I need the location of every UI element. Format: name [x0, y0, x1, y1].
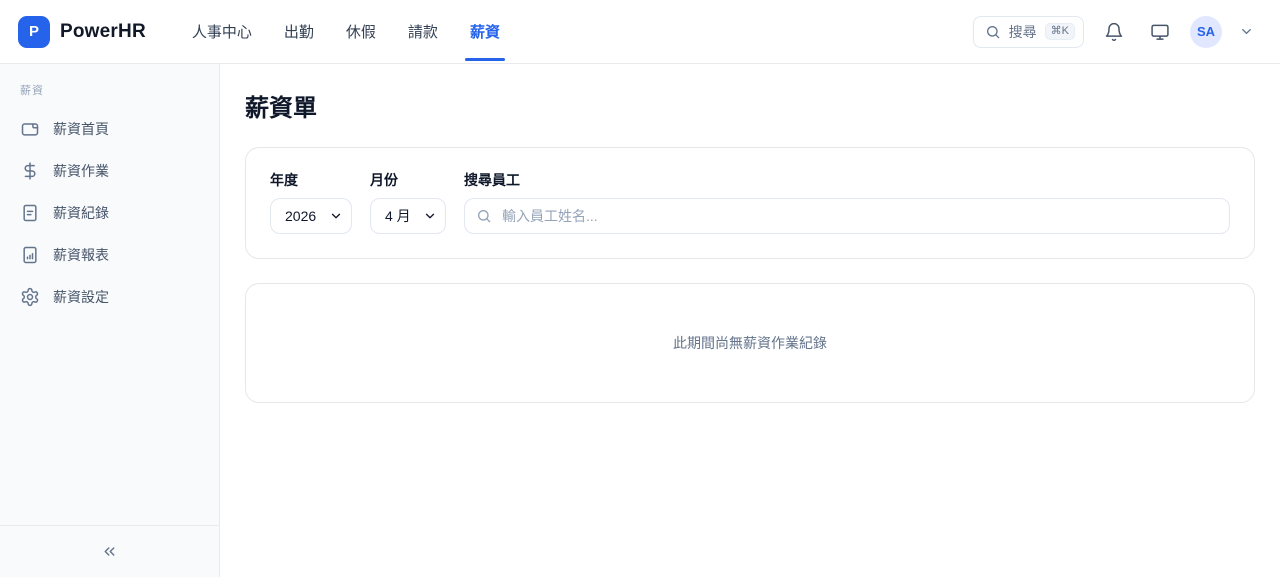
filters-card: 年度 2026 月份 4 月: [245, 147, 1255, 259]
sidebar-item-payroll-run[interactable]: 薪資作業: [0, 150, 219, 192]
bell-icon: [1104, 22, 1124, 42]
employee-search-input[interactable]: [464, 198, 1230, 234]
month-label: 月份: [370, 170, 446, 190]
year-label: 年度: [270, 170, 352, 190]
sidebar-item-label: 薪資報表: [53, 245, 109, 265]
top-navbar: P PowerHR 人事中心 出勤 休假 請款 薪資 搜尋 ⌘K SA: [0, 0, 1280, 64]
user-avatar[interactable]: SA: [1190, 16, 1222, 48]
search-shortcut-badge: ⌘K: [1045, 23, 1075, 40]
user-menu-button[interactable]: [1236, 16, 1256, 48]
main-nav: 人事中心 出勤 休假 請款 薪資: [192, 17, 500, 46]
sidebar-item-label: 薪資紀錄: [53, 203, 109, 223]
payroll-sidebar: 薪資 薪資首頁 薪資作業 薪資紀錄 薪資報表: [0, 64, 220, 577]
month-select[interactable]: 4 月: [370, 198, 446, 234]
chevron-down-icon: [1239, 24, 1254, 39]
sidebar-collapse-button[interactable]: [101, 543, 118, 560]
year-field: 年度 2026: [270, 170, 352, 234]
global-search-button[interactable]: 搜尋 ⌘K: [973, 16, 1084, 48]
search-icon: [985, 24, 1001, 40]
topbar-actions: 搜尋 ⌘K SA: [973, 16, 1256, 48]
nav-item-leave[interactable]: 休假: [346, 17, 376, 46]
nav-item-expense[interactable]: 請款: [408, 17, 438, 46]
brand-name: PowerHR: [60, 21, 146, 43]
sidebar-item-payroll-records[interactable]: 薪資紀錄: [0, 192, 219, 234]
monitor-icon: [1150, 22, 1170, 42]
chevrons-left-icon: [101, 543, 118, 560]
notifications-button[interactable]: [1098, 16, 1130, 48]
year-select[interactable]: 2026: [270, 198, 352, 234]
sidebar-item-label: 薪資作業: [53, 161, 109, 181]
nav-item-attendance[interactable]: 出勤: [284, 17, 314, 46]
search-icon: [476, 208, 492, 224]
display-mode-button[interactable]: [1144, 16, 1176, 48]
document-icon: [20, 203, 40, 223]
sidebar-item-payroll-reports[interactable]: 薪資報表: [0, 234, 219, 276]
wallet-icon: [20, 119, 40, 139]
month-field: 月份 4 月: [370, 170, 446, 234]
sidebar-section-label: 薪資: [0, 64, 219, 108]
employee-search-field: 搜尋員工: [464, 170, 1230, 234]
nav-item-hr-center[interactable]: 人事中心: [192, 17, 252, 46]
gear-icon: [20, 287, 40, 307]
dollar-icon: [20, 161, 40, 181]
brand: P PowerHR: [18, 16, 146, 48]
payroll-empty-state-card: 此期間尚無薪資作業紀錄: [245, 283, 1255, 403]
page-title: 薪資單: [245, 88, 1255, 123]
sidebar-item-payroll-home[interactable]: 薪資首頁: [0, 108, 219, 150]
search-label: 搜尋: [1009, 22, 1037, 42]
sidebar-item-label: 薪資設定: [53, 287, 109, 307]
sidebar-item-payroll-settings[interactable]: 薪資設定: [0, 276, 219, 318]
sidebar-footer: [0, 525, 219, 577]
sidebar-item-label: 薪資首頁: [53, 119, 109, 139]
employee-search-label: 搜尋員工: [464, 170, 1230, 190]
report-chart-icon: [20, 245, 40, 265]
empty-state-message: 此期間尚無薪資作業紀錄: [673, 333, 827, 353]
nav-item-payroll[interactable]: 薪資: [470, 17, 500, 46]
main-content: 薪資單 年度 2026 月份 4 月: [220, 64, 1280, 577]
app-logo[interactable]: P: [18, 16, 50, 48]
